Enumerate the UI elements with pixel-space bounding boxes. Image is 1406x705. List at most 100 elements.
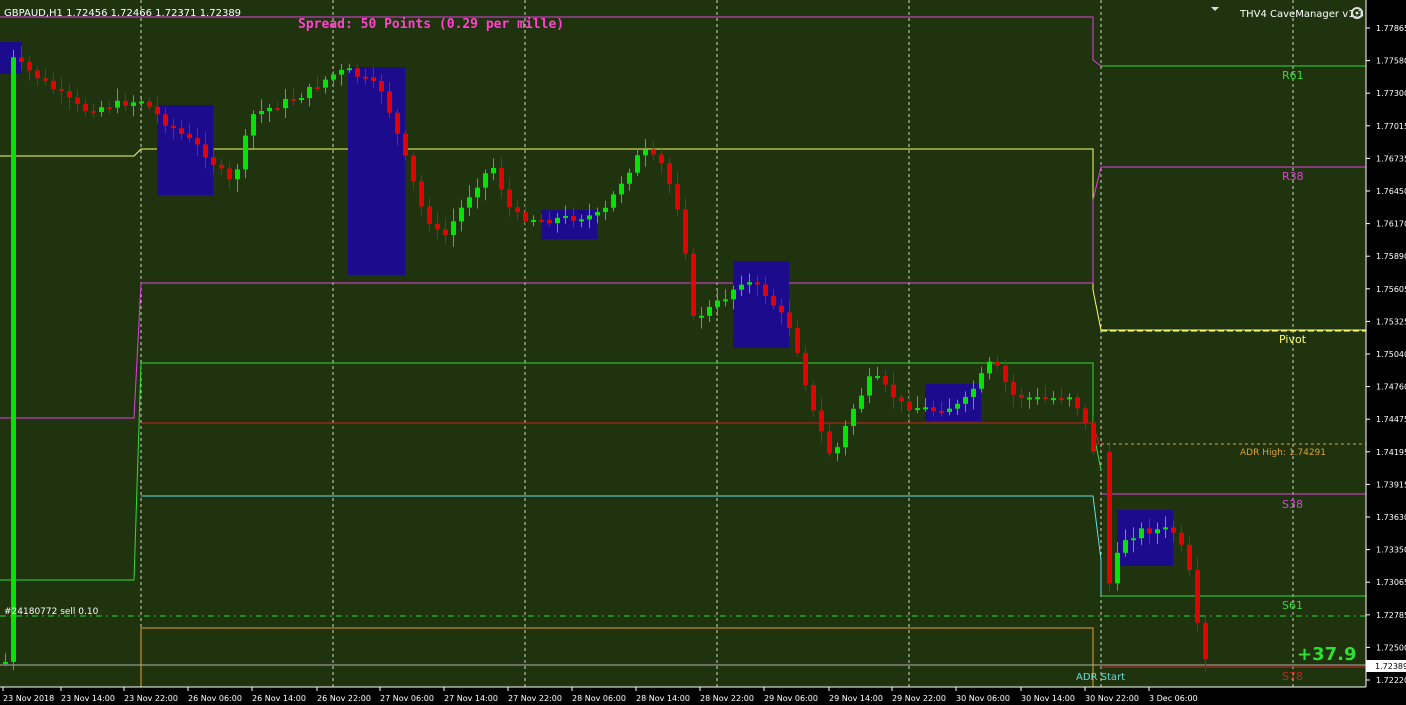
candle-body	[899, 397, 904, 402]
price-tick-label: 1.72220	[1376, 676, 1406, 685]
order-label[interactable]: #24180772 sell 0.10	[4, 607, 99, 617]
price-chart[interactable]: GBPAUD,H1 1.72456 1.72466 1.72371 1.7238…	[0, 0, 1406, 705]
candle-body	[635, 155, 640, 173]
time-tick-label: 29 Nov 14:00	[829, 694, 883, 703]
time-tick-label: 27 Nov 22:00	[508, 694, 562, 703]
candle-body	[451, 221, 456, 235]
candle-body	[731, 289, 736, 300]
pivot-label: Pivot	[1279, 333, 1307, 346]
candle-body	[915, 408, 920, 411]
candle-body	[851, 408, 856, 426]
candle-body	[491, 167, 496, 174]
candle-body	[75, 97, 80, 104]
candle-body	[323, 79, 328, 88]
candle-body	[643, 149, 648, 156]
price-tick-label: 1.72500	[1376, 643, 1406, 652]
candle-body	[627, 172, 632, 184]
time-tick-label: 28 Nov 06:00	[572, 694, 626, 703]
candle-body	[763, 284, 768, 296]
candle-body	[339, 69, 344, 75]
candle-body	[987, 361, 992, 374]
candle-body	[715, 300, 720, 307]
time-tick-label: 26 Nov 06:00	[188, 694, 242, 703]
candle-body	[187, 133, 192, 139]
candle-body	[883, 376, 888, 385]
price-tick-label: 1.72785	[1376, 611, 1406, 620]
candle-body	[811, 385, 816, 411]
candle-body	[507, 189, 512, 208]
price-tick-label: 1.75325	[1376, 317, 1406, 326]
candle-body	[139, 101, 144, 104]
candle-body	[571, 215, 576, 221]
r61-label: R61	[1282, 69, 1304, 82]
candle-body	[427, 206, 432, 224]
candle-body	[555, 217, 560, 224]
symbol-info: GBPAUD,H1 1.72456 1.72466 1.72371 1.7238…	[4, 8, 241, 19]
candle-body	[1147, 528, 1152, 534]
candle-body	[1163, 527, 1168, 530]
candle-body	[379, 80, 384, 92]
candle-body	[227, 168, 232, 180]
candle-body	[27, 61, 32, 71]
time-tick-label: 3 Dec 06:00	[1149, 694, 1198, 703]
candle-body	[1075, 397, 1080, 409]
candle-body	[259, 111, 264, 115]
candle-body	[283, 99, 288, 109]
candle-body	[1043, 397, 1048, 400]
candle-body	[1139, 528, 1144, 539]
indicator-name: THV4 CaveManager v1.3	[1239, 9, 1364, 20]
candle-body	[1067, 397, 1072, 400]
candle-body	[1195, 570, 1200, 623]
candle-body	[163, 114, 168, 126]
candle-body	[1115, 552, 1120, 584]
price-tick-label: 1.75890	[1376, 252, 1406, 261]
candle-body	[1155, 529, 1160, 534]
candle-body	[1091, 422, 1096, 452]
candle-body	[523, 212, 528, 222]
price-tick-label: 1.77015	[1376, 122, 1406, 131]
candle-body	[579, 219, 584, 222]
candle-body	[291, 99, 296, 102]
candle-body	[107, 107, 112, 110]
candle-body	[1203, 622, 1208, 660]
candle-body	[531, 219, 536, 222]
candle-body	[147, 101, 152, 107]
candle-body	[515, 207, 520, 213]
price-tick-label: 1.75040	[1376, 350, 1406, 359]
candle-body	[99, 107, 104, 113]
candle-body	[691, 253, 696, 317]
candle-body	[195, 138, 200, 145]
candle-body	[995, 361, 1000, 366]
candle-body	[947, 408, 952, 413]
candle-body	[1019, 394, 1024, 398]
candle-body	[659, 154, 664, 164]
candle-body	[211, 157, 216, 165]
s38-label: S38	[1282, 498, 1303, 511]
candle-body	[315, 86, 320, 89]
candle-body	[939, 410, 944, 413]
time-tick-label: 26 Nov 22:00	[317, 694, 371, 703]
price-tick-label: 1.76735	[1376, 154, 1406, 163]
candle-body	[203, 144, 208, 158]
candle-body	[1123, 540, 1128, 553]
candle-body	[1011, 382, 1016, 395]
candle-body	[59, 89, 64, 92]
candle-body	[179, 128, 184, 134]
plot-area[interactable]	[0, 0, 1366, 687]
candle-body	[875, 376, 880, 379]
candle-body	[171, 125, 176, 129]
candle-body	[443, 229, 448, 235]
candle-body	[595, 212, 600, 216]
candle-body	[835, 447, 840, 454]
candle-body	[547, 220, 552, 224]
price-tick-label: 1.73065	[1376, 578, 1406, 587]
s61-label: S61	[1282, 599, 1303, 612]
candle-body	[475, 187, 480, 198]
price-tick-label: 1.77865	[1376, 24, 1406, 33]
time-tick-label: 23 Nov 2018	[3, 694, 54, 703]
candle-body	[11, 57, 16, 662]
candle-body	[459, 207, 464, 222]
candle-body	[1131, 538, 1136, 541]
price-tick-label: 1.74195	[1376, 448, 1406, 457]
candle-body	[955, 403, 960, 409]
